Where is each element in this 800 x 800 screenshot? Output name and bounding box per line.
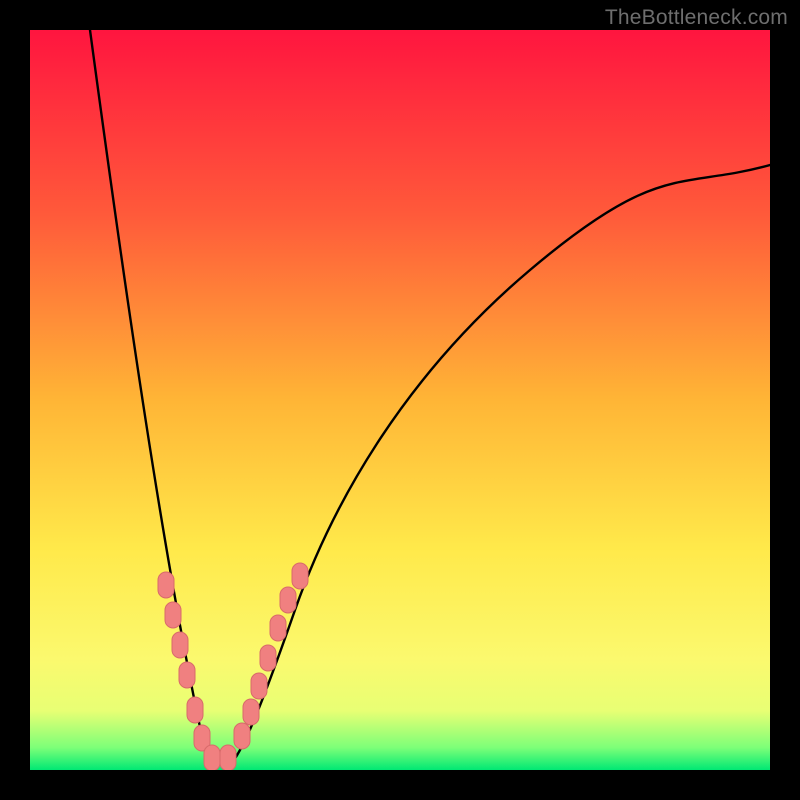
curve-right [225, 165, 770, 770]
data-marker [204, 745, 220, 770]
data-marker [234, 723, 250, 749]
chart-svg [30, 30, 770, 770]
data-marker [220, 745, 236, 770]
data-marker [243, 699, 259, 725]
watermark-text: TheBottleneck.com [605, 6, 788, 30]
data-marker [158, 572, 174, 598]
data-marker [172, 632, 188, 658]
marker-group [158, 563, 308, 770]
data-marker [270, 615, 286, 641]
data-marker [292, 563, 308, 589]
data-marker [187, 697, 203, 723]
data-marker [280, 587, 296, 613]
curve-left [90, 30, 224, 770]
data-marker [251, 673, 267, 699]
data-marker [260, 645, 276, 671]
data-marker [165, 602, 181, 628]
data-marker [179, 662, 195, 688]
chart-plot-area [30, 30, 770, 770]
